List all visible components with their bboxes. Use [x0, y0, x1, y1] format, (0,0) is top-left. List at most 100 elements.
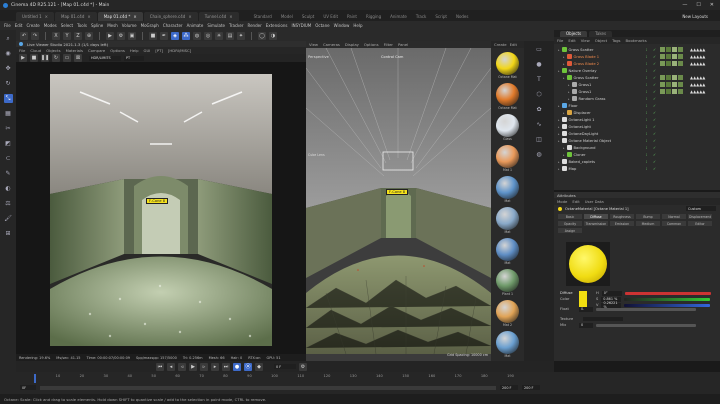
render-view-icon[interactable]: ▶: [106, 31, 114, 40]
object-tags[interactable]: ▲▲▲▲▲: [690, 47, 705, 52]
menu-item[interactable]: Help: [353, 23, 362, 28]
viewport-menu-item[interactable]: Panel: [398, 42, 408, 47]
menu-item[interactable]: Select: [61, 23, 73, 28]
float-input[interactable]: 0.: [579, 306, 593, 312]
material-item[interactable]: Mat: [491, 176, 524, 203]
render-start-icon[interactable]: ▶: [19, 54, 27, 62]
live-viewer-menu-item[interactable]: [PT]: [155, 48, 163, 53]
attributes-menu-item[interactable]: Mode: [557, 199, 567, 204]
menu-item[interactable]: Simulate: [207, 23, 225, 28]
attribute-tab[interactable]: Emission: [610, 221, 634, 226]
text-icon[interactable]: T: [535, 75, 544, 84]
texture-dropdown[interactable]: [583, 317, 623, 321]
enabled-check-icon[interactable]: ✓: [653, 111, 656, 115]
attribute-tab[interactable]: Normal: [662, 214, 686, 219]
attribute-tab[interactable]: Common: [662, 221, 686, 226]
end-frame-input[interactable]: 200 F: [500, 385, 518, 390]
visibility-icon[interactable]: ⁞: [646, 83, 647, 87]
layout-tab[interactable]: UV Edit: [323, 14, 338, 19]
menu-item[interactable]: Spline: [91, 23, 103, 28]
attribute-tab[interactable]: Bump: [636, 214, 660, 219]
layout-tab[interactable]: Nodes: [456, 14, 469, 19]
viewport-menu-item[interactable]: View: [309, 42, 318, 47]
expand-arrow-icon[interactable]: ▸: [563, 153, 565, 157]
enabled-check-icon[interactable]: ✓: [653, 118, 656, 122]
attribute-tab[interactable]: Basic: [558, 214, 582, 219]
object-row[interactable]: ▸ OctaneLight 1 ⁞ ✓: [554, 116, 720, 123]
menu-item[interactable]: INSYDIUM: [291, 23, 311, 28]
object-menu-item[interactable]: Bookmarks: [626, 38, 647, 43]
visibility-icon[interactable]: ⁞: [646, 55, 647, 59]
enabled-check-icon[interactable]: ✓: [653, 104, 656, 108]
pen-icon[interactable]: ✒: [160, 31, 168, 40]
brush-icon[interactable]: ✎: [4, 169, 13, 178]
visibility-icon[interactable]: ⁞: [646, 97, 647, 101]
menu-item[interactable]: Mesh: [107, 23, 118, 28]
live-viewer-menu-item[interactable]: Help: [130, 48, 139, 53]
close-tab-icon[interactable]: ×: [133, 14, 136, 19]
object-tags[interactable]: ▲▲▲▲▲: [690, 82, 705, 87]
visibility-icon[interactable]: ⁞: [646, 69, 647, 73]
object-tag-thumbnails[interactable]: [660, 54, 683, 59]
enabled-check-icon[interactable]: ✓: [653, 55, 656, 59]
mix-slider[interactable]: [596, 323, 696, 327]
light-icon[interactable]: ✦: [237, 31, 245, 40]
key-icon[interactable]: ◆: [255, 362, 263, 371]
v-input[interactable]: 0.26221 %: [601, 301, 622, 309]
menu-item[interactable]: Window: [334, 23, 350, 28]
object-row[interactable]: ▸ Floor ⁞ ✓: [554, 102, 720, 109]
kernel-dropdown[interactable]: PT: [124, 55, 144, 61]
live-viewer-menu-item[interactable]: Options: [110, 48, 125, 53]
object-menu-item[interactable]: Edit: [568, 38, 575, 43]
object-tag-thumbnails[interactable]: [660, 82, 683, 87]
object-menu-item[interactable]: File: [557, 38, 563, 43]
auto-key-icon[interactable]: ⦿: [244, 362, 252, 371]
viewport-menu-item[interactable]: Filter: [384, 42, 393, 47]
coord-icon[interactable]: ⊕: [85, 31, 93, 40]
expand-arrow-icon[interactable]: ▸: [558, 104, 560, 108]
field-icon[interactable]: ◎: [204, 31, 212, 40]
render-pause-icon[interactable]: ❚❚: [41, 54, 49, 62]
enabled-check-icon[interactable]: ✓: [653, 139, 656, 143]
scene-icon[interactable]: ☀: [215, 31, 223, 40]
object-manager-tab[interactable]: Objects: [560, 30, 588, 37]
enabled-check-icon[interactable]: ✓: [653, 97, 656, 101]
object-row[interactable]: ▸ Nature Overlay ⁞ ✓: [554, 67, 720, 74]
expand-arrow-icon[interactable]: ▸: [563, 111, 565, 115]
enabled-check-icon[interactable]: ✓: [653, 83, 656, 87]
doc-tab[interactable]: Chain_sphere.c4d ×: [143, 12, 198, 21]
mograph-icon[interactable]: ✿: [535, 105, 544, 114]
material-item[interactable]: Mat 2: [491, 300, 524, 327]
bevel-icon[interactable]: ◩: [4, 139, 13, 148]
start-frame-input[interactable]: 0F: [20, 385, 36, 390]
menu-item[interactable]: Volume: [122, 23, 137, 28]
region-icon[interactable]: ▭: [63, 54, 71, 62]
expand-arrow-icon[interactable]: ▸: [558, 125, 560, 129]
object-row[interactable]: ▸ Grass1 ⁞ ✓ ▲▲▲▲▲: [554, 81, 720, 88]
expand-arrow-icon[interactable]: ▸: [568, 83, 570, 87]
octane-live-icon[interactable]: ◑: [269, 31, 277, 40]
expand-arrow-icon[interactable]: ▸: [568, 90, 570, 94]
expand-arrow-icon[interactable]: ▸: [558, 118, 560, 122]
zoom-icon[interactable]: ⌕: [4, 34, 13, 43]
knife-icon[interactable]: ✂: [4, 124, 13, 133]
go-start-icon[interactable]: ⏮: [156, 362, 164, 371]
close-tab-icon[interactable]: ×: [229, 14, 232, 19]
enabled-check-icon[interactable]: ✓: [653, 125, 656, 129]
object-row[interactable]: ▸ Random Grass ⁞ ✓: [554, 95, 720, 102]
attribute-tab[interactable]: Editor: [688, 221, 712, 226]
object-row[interactable]: ▸ Grass Scatter ⁞ ✓ ▲▲▲▲▲: [554, 46, 720, 53]
visibility-icon[interactable]: ⁞: [646, 62, 647, 66]
live-viewer-menu-item[interactable]: GUI: [144, 48, 151, 53]
expand-arrow-icon[interactable]: ▸: [563, 76, 565, 80]
doc-tab[interactable]: Map 01.c4d * ×: [97, 12, 143, 21]
rotate-icon[interactable]: ↻: [4, 79, 13, 88]
viewport-menu-item[interactable]: Options: [364, 42, 379, 47]
attributes-menu-item[interactable]: User Data: [585, 199, 604, 204]
object-row[interactable]: ▸ Cloner ⁞ ✓: [554, 151, 720, 158]
object-row[interactable]: ▸ Octane Material Object ⁞ ✓: [554, 137, 720, 144]
max-frame-input[interactable]: 200 F: [522, 385, 540, 390]
material-item[interactable]: Mat: [491, 331, 524, 358]
enabled-check-icon[interactable]: ✓: [653, 146, 656, 150]
object-tags[interactable]: ▲▲▲▲▲: [690, 61, 705, 66]
